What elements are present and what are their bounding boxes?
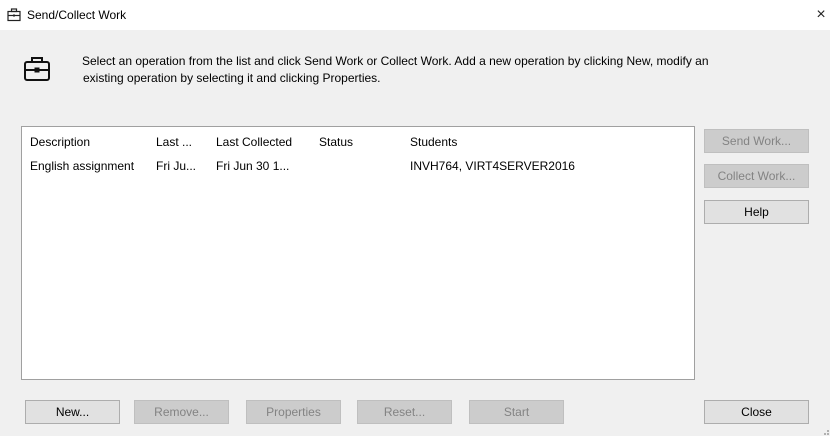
close-window-button[interactable]: ×: [812, 5, 830, 25]
send-collect-work-dialog: Send/Collect Work × Select an operation …: [0, 0, 830, 436]
column-header-last-sent[interactable]: Last ...: [156, 135, 202, 149]
instructions-line-2: existing operation by selecting it and c…: [83, 71, 381, 85]
column-header-status[interactable]: Status: [319, 135, 389, 149]
start-button[interactable]: Start: [469, 400, 564, 424]
cell-description: English assignment: [30, 159, 135, 173]
instructions-text: Select an operation from the list and cl…: [82, 53, 822, 87]
remove-button[interactable]: Remove...: [134, 400, 229, 424]
briefcase-icon: [24, 57, 50, 81]
window-title: Send/Collect Work: [27, 8, 127, 22]
cell-students: INVH764, VIRT4SERVER2016: [410, 159, 575, 173]
cell-last-collected: Fri Jun 30 1...: [216, 159, 290, 173]
properties-button[interactable]: Properties: [246, 400, 341, 424]
new-button[interactable]: New...: [25, 400, 120, 424]
instructions-line-1: Select an operation from the list and cl…: [82, 54, 709, 68]
reset-button[interactable]: Reset...: [357, 400, 452, 424]
resize-grip-icon[interactable]: [820, 426, 830, 436]
column-header-students[interactable]: Students: [410, 135, 670, 149]
column-header-last-collected[interactable]: Last Collected: [216, 135, 308, 149]
operations-list[interactable]: Description Last ... Last Collected Stat…: [21, 126, 695, 380]
column-header-description[interactable]: Description: [30, 135, 147, 149]
send-work-button[interactable]: Send Work...: [704, 129, 809, 153]
briefcase-icon: [7, 8, 21, 22]
help-button[interactable]: Help: [704, 200, 809, 224]
close-button[interactable]: Close: [704, 400, 809, 424]
cell-last-sent: Fri Ju...: [156, 159, 197, 173]
collect-work-button[interactable]: Collect Work...: [704, 164, 809, 188]
title-bar: Send/Collect Work ×: [0, 0, 830, 30]
